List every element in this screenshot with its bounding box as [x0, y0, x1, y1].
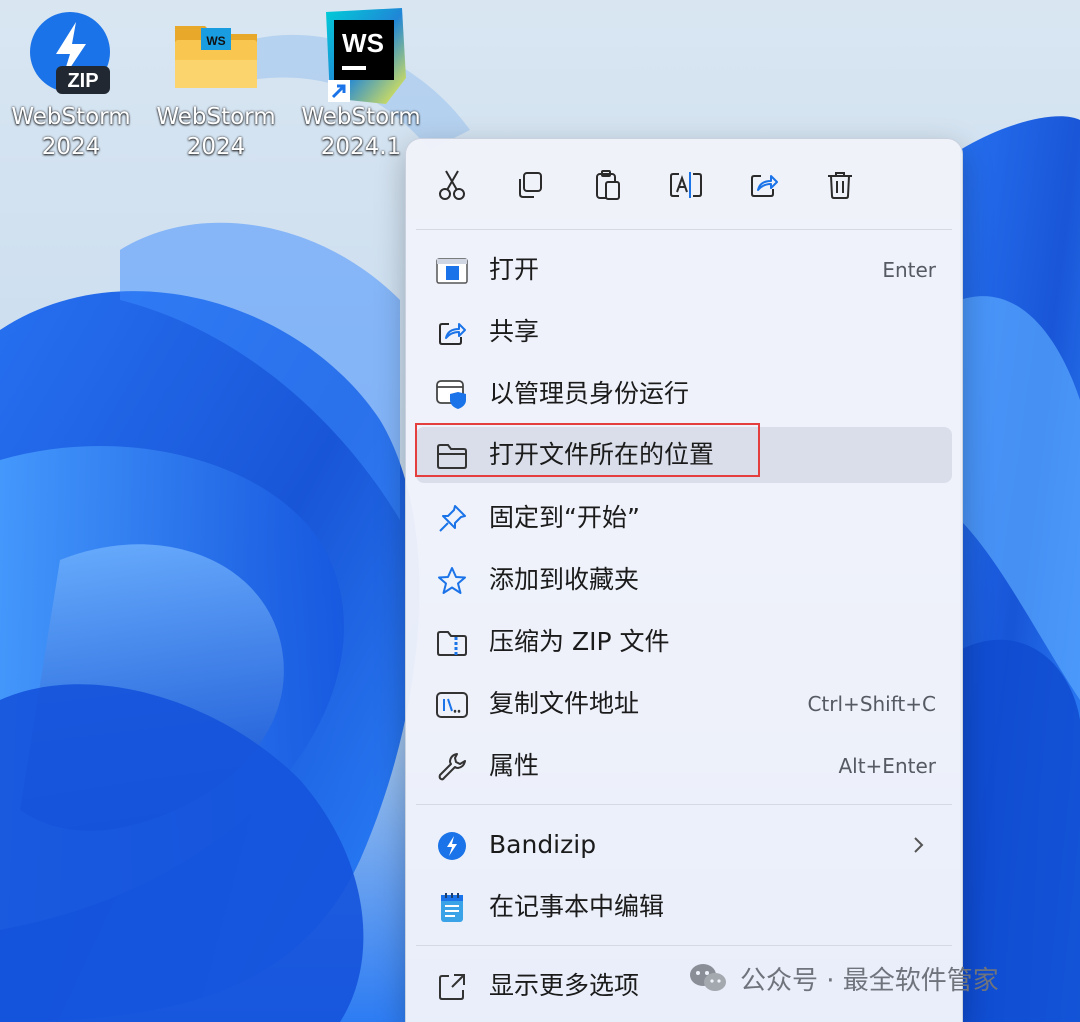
ws-badge: WS: [342, 28, 384, 58]
menu-item-label: 在记事本中编辑: [489, 892, 665, 921]
menu-item-copy-path[interactable]: 复制文件地址 Ctrl+Shift+C: [416, 676, 952, 732]
zip-folder-icon: [436, 628, 468, 658]
menu-item-run-as-admin[interactable]: 以管理员身份运行: [416, 366, 952, 422]
menu-item-label: 复制文件地址: [489, 689, 640, 718]
menu-item-share[interactable]: 共享: [416, 304, 952, 360]
menu-item-label: 压缩为 ZIP 文件: [489, 627, 670, 656]
menu-item-label: 固定到“开始”: [489, 503, 640, 532]
menu-item-shortcut: Ctrl+Shift+C: [807, 692, 936, 716]
menu-item-add-to-favorites[interactable]: 添加到收藏夹: [416, 552, 952, 608]
menu-item-compress-zip[interactable]: 压缩为 ZIP 文件: [416, 614, 952, 670]
share-icon: [751, 175, 778, 197]
rename-icon: [670, 172, 702, 198]
menu-item-properties[interactable]: 属性 Alt+Enter: [416, 738, 952, 794]
desktop-icon-webstorm-zip[interactable]: ZIP WebStorm 2024: [6, 8, 136, 162]
separator: [416, 945, 952, 946]
context-menu: 打开 Enter 共享 以管理员身份运行 打开文件所在的位置 固定到“开始” 添…: [405, 138, 963, 1022]
separator: [416, 229, 952, 230]
cut-button[interactable]: [432, 165, 472, 205]
menu-item-label: 共享: [489, 317, 540, 346]
menu-item-open[interactable]: 打开 Enter: [416, 242, 952, 298]
desktop: ZIP WebStorm 2024 WS WebStorm 2024 WS We…: [0, 0, 1080, 1022]
folder-ws-badge: WS: [206, 34, 225, 48]
bandizip-icon: [436, 831, 468, 861]
menu-item-label: 打开: [489, 255, 540, 284]
open-app-icon: [436, 256, 468, 286]
menu-item-label: Bandizip: [489, 830, 597, 859]
wrench-icon: [436, 752, 468, 782]
share-icon: [436, 318, 468, 348]
annotation-highlight-box: [415, 423, 760, 477]
folder-icon: WS: [171, 8, 261, 98]
watermark-text: 公众号 · 最全软件管家: [740, 965, 999, 996]
menu-item-edit-in-notepad[interactable]: 在记事本中编辑: [416, 879, 952, 935]
scissors-icon: [439, 170, 465, 200]
menu-item-shortcut: Enter: [882, 258, 936, 282]
menu-item-label: 添加到收藏夹: [489, 565, 640, 594]
separator: [416, 804, 952, 805]
paste-icon: [596, 170, 620, 200]
wechat-icon: [690, 964, 726, 991]
menu-item-pin-to-start[interactable]: 固定到“开始”: [416, 490, 952, 546]
delete-button[interactable]: [820, 165, 860, 205]
chevron-right-icon: [914, 837, 924, 853]
share-button[interactable]: [744, 165, 784, 205]
webstorm-shortcut-icon: WS: [316, 8, 406, 104]
menu-item-shortcut: Alt+Enter: [838, 754, 936, 778]
menu-item-bandizip[interactable]: Bandizip: [416, 817, 952, 873]
desktop-icon-label: WebStorm 2024: [156, 104, 276, 160]
bandizip-zip-icon: ZIP: [26, 8, 116, 98]
desktop-icon-label: WebStorm 2024: [11, 104, 131, 160]
rename-button[interactable]: [666, 165, 706, 205]
quick-actions-bar: [406, 139, 962, 229]
paste-button[interactable]: [588, 165, 628, 205]
zip-badge: ZIP: [67, 70, 98, 92]
copy-path-icon: [436, 690, 468, 720]
desktop-icon-webstorm-folder[interactable]: WS WebStorm 2024: [151, 8, 281, 162]
menu-item-label: 属性: [489, 751, 540, 780]
admin-shield-icon: [436, 380, 468, 410]
watermark: 公众号 · 最全软件管家: [688, 955, 999, 1001]
pin-icon: [436, 504, 468, 534]
more-options-icon: [436, 972, 468, 1002]
notepad-icon: [436, 893, 468, 923]
menu-item-label: 显示更多选项: [489, 971, 640, 1000]
star-icon: [436, 566, 468, 596]
copy-button[interactable]: [510, 165, 550, 205]
menu-item-label: 以管理员身份运行: [489, 379, 690, 408]
copy-icon: [519, 172, 542, 198]
trash-icon: [828, 172, 852, 199]
